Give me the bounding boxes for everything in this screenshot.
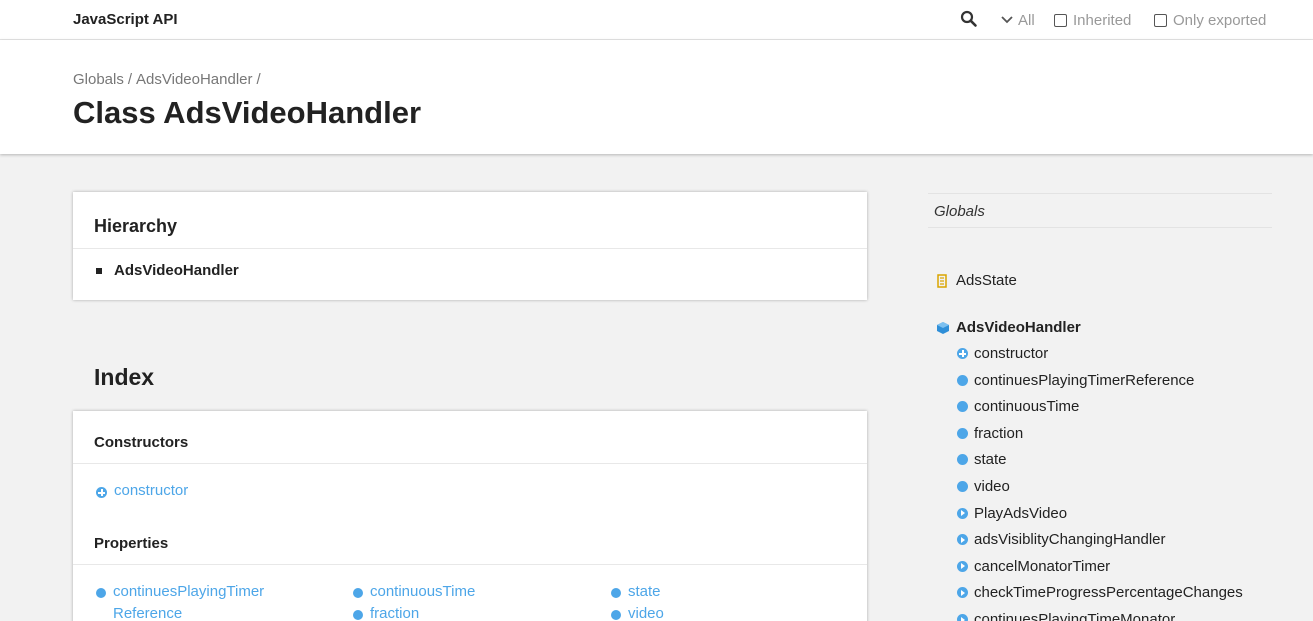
sidebar-member-label: continuesPlayingTimeMonator <box>974 611 1176 621</box>
sidebar-member-label: PlayAdsVideo <box>974 504 1068 522</box>
chevron-down-icon <box>1001 16 1013 24</box>
divider <box>73 248 867 249</box>
toolbar: JavaScript API All Inherited Only export… <box>0 0 1313 40</box>
index-title: Index <box>94 364 155 390</box>
breadcrumb: Globals / AdsVideoHandler / <box>73 71 261 88</box>
sidebar-member-label: video <box>974 478 1010 495</box>
hierarchy-item: AdsVideoHandler <box>96 262 239 279</box>
sidebar-member-method[interactable]: checkTimeProgressPercentageChanges <box>957 584 1243 601</box>
breadcrumb-globals[interactable]: Globals <box>73 71 124 88</box>
sidebar-globals-link[interactable]: Globals <box>928 193 1272 228</box>
breadcrumb-adsvideohandler[interactable]: AdsVideoHandler <box>136 71 252 88</box>
sidebar-member-method[interactable]: PlayAdsVideo <box>957 505 1067 522</box>
hierarchy-title: Hierarchy <box>94 216 178 236</box>
divider <box>73 564 867 565</box>
property-icon <box>96 588 106 598</box>
only-exported-checkbox-label: Only exported <box>1173 11 1267 29</box>
visibility-filter-label: All <box>1018 11 1035 29</box>
sidebar-member-label: continuousTime <box>974 398 1080 416</box>
sidebar-item-label: AdsVideoHandler <box>956 319 1081 336</box>
sidebar-member-property[interactable]: fraction <box>957 425 1023 442</box>
index-link-label: continuesPlayingTimer Reference <box>113 583 265 621</box>
property-icon <box>611 610 621 620</box>
sidebar-member-label: cancelMonatorTimer <box>974 557 1111 575</box>
sidebar-member-label: fraction <box>974 424 1024 442</box>
method-icon <box>957 587 968 599</box>
index-link-property[interactable]: continuousTime fraction <box>353 583 476 621</box>
index-link-label: state video <box>628 583 664 621</box>
breadcrumb-separator: / <box>256 71 261 88</box>
sidebar-member-property[interactable]: state <box>957 451 1007 468</box>
sidebar-item-adsstate[interactable]: AdsState <box>936 272 1017 289</box>
property-icon <box>957 481 968 492</box>
search-icon[interactable] <box>960 10 978 28</box>
property-icon <box>353 588 363 598</box>
sidebar-member-property[interactable]: video <box>957 478 1010 495</box>
class-icon <box>937 321 949 334</box>
sidebar-item-adsvideohandler[interactable]: AdsVideoHandler <box>936 319 1081 336</box>
index-link-property[interactable]: continuesPlayingTimer Reference <box>96 583 265 621</box>
index-link-label: continuousTime fraction <box>370 583 476 621</box>
sidebar-globals-label: Globals <box>934 203 985 220</box>
inherited-checkbox-label: Inherited <box>1073 11 1132 29</box>
checkbox-box <box>1154 13 1167 27</box>
page-header: Globals / AdsVideoHandler / Class AdsVid… <box>0 40 1313 154</box>
sidebar-member-label: constructor <box>974 345 1049 362</box>
index-panel: Constructors constructor Properties cont… <box>73 411 867 621</box>
index-link-label: constructor <box>114 482 189 499</box>
sidebar-member-method[interactable]: adsVisiblityChangingHandler <box>957 531 1166 548</box>
property-icon <box>957 427 968 439</box>
method-icon <box>957 534 968 546</box>
method-icon <box>957 507 968 519</box>
sidebar-item-label: AdsState <box>956 272 1017 289</box>
sidebar-member-property[interactable]: continuousTime <box>957 398 1079 415</box>
sidebar-member-label: state <box>974 451 1007 469</box>
constructor-icon <box>96 487 107 498</box>
visibility-filter-select[interactable]: All <box>1000 10 1035 30</box>
constructors-title: Constructors <box>94 434 189 451</box>
checkbox-box <box>1054 13 1067 27</box>
breadcrumb-separator: / <box>127 71 133 88</box>
property-icon <box>957 401 968 413</box>
property-icon <box>611 588 621 598</box>
method-icon <box>957 614 968 621</box>
property-icon <box>957 374 968 386</box>
square-bullet-icon <box>96 267 102 274</box>
index-link-constructor[interactable]: constructor <box>96 482 189 502</box>
sidebar-member-label: checkTimeProgressPercentageChanges <box>974 584 1243 602</box>
page-title: Class AdsVideoHandler <box>73 95 422 130</box>
property-icon <box>353 610 363 620</box>
sidebar-member-label: adsVisiblityChangingHandler <box>974 531 1166 549</box>
hierarchy-panel: Hierarchy AdsVideoHandler <box>73 192 867 300</box>
properties-title: Properties <box>94 535 169 552</box>
hierarchy-item-label: AdsVideoHandler <box>114 262 239 279</box>
method-icon <box>957 560 968 572</box>
sidebar-member-label: continuesPlayingTimerReference <box>974 371 1195 389</box>
site-title-link[interactable]: JavaScript API <box>73 11 178 28</box>
sidebar-member-method[interactable]: cancelMonatorTimer <box>957 558 1110 575</box>
sidebar-member-method[interactable]: continuesPlayingTimeMonator <box>957 611 1175 621</box>
inherited-checkbox[interactable]: Inherited <box>1054 10 1131 30</box>
only-exported-checkbox[interactable]: Only exported <box>1154 10 1266 30</box>
divider <box>73 463 867 464</box>
property-icon <box>957 454 968 466</box>
constructor-icon <box>957 348 968 359</box>
sidebar-member-property[interactable]: continuesPlayingTimerReference <box>957 372 1194 389</box>
sidebar-member-constructor[interactable]: constructor <box>957 345 1048 362</box>
enumeration-icon <box>937 273 947 288</box>
